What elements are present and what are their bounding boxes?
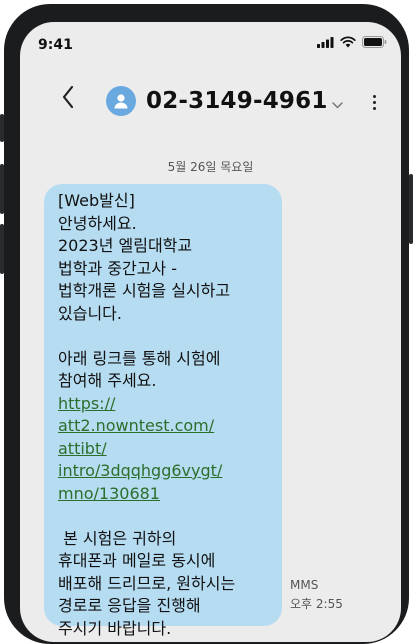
phone-screen: 9:41 02-3149-4961 5월 26일 목요일 [Web발신] 안녕하… bbox=[20, 22, 401, 642]
status-bar: 9:41 bbox=[20, 22, 401, 64]
battery-icon bbox=[362, 36, 387, 48]
message-line: 2023년 엘림대학교 bbox=[58, 236, 193, 255]
contact-number[interactable]: 02-3149-4961 bbox=[146, 86, 328, 116]
more-options-button[interactable] bbox=[364, 88, 384, 116]
more-vertical-icon bbox=[372, 106, 376, 110]
message-line: 법학개론 시험을 실시하고 bbox=[58, 281, 231, 300]
more-vertical-icon bbox=[372, 94, 376, 98]
message-line: 아래 링크를 통해 시험에 bbox=[58, 348, 221, 368]
message-text-block: [Web발신] 안녕하세요. 2023년 엘림대학교 법학과 중간고사 - 법학… bbox=[58, 190, 270, 393]
message-line: 경로로 응답을 진행해 bbox=[58, 596, 201, 615]
message-line: 휴대폰과 메일로 동시에 bbox=[58, 551, 216, 570]
conversation-header: 02-3149-4961 bbox=[20, 72, 401, 126]
message-link-line[interactable]: intro/3dqqhgg6vygt/ bbox=[58, 460, 270, 483]
person-icon bbox=[114, 94, 128, 109]
wifi-icon bbox=[340, 36, 356, 48]
message-timestamp: 오후 2:55 bbox=[290, 597, 343, 611]
message-text-block: 본 시험은 귀하의 휴대폰과 메일로 동시에 배포해 드리므로, 원하시는 경로… bbox=[58, 505, 270, 640]
message-link-line[interactable]: https:// bbox=[58, 393, 270, 416]
message-line: [Web발신] bbox=[58, 191, 135, 210]
phone-frame: 9:41 02-3149-4961 5월 26일 목요일 [Web발신] 안녕하… bbox=[0, 4, 413, 644]
message-line: 본 시험은 귀하의 bbox=[58, 528, 177, 548]
message-link[interactable]: https:// att2.nowntest.com/ attibt/ intr… bbox=[58, 393, 270, 506]
message-link-line[interactable]: att2.nowntest.com/ bbox=[58, 415, 270, 438]
message-line: 있습니다. bbox=[58, 303, 122, 323]
message-meta: MMS 오후 2:55 bbox=[290, 576, 343, 614]
status-time: 9:41 bbox=[38, 37, 73, 53]
side-button bbox=[0, 164, 4, 214]
chevron-left-icon bbox=[62, 85, 74, 109]
message-link-line[interactable]: mno/130681 bbox=[58, 483, 270, 506]
message-line: 배포해 드리므로, 원하시는 bbox=[58, 573, 236, 593]
message-line: 안녕하세요. bbox=[58, 213, 137, 233]
more-vertical-icon bbox=[372, 100, 376, 104]
message-line: 참여해 주세요. bbox=[58, 371, 157, 390]
status-icons bbox=[317, 36, 387, 48]
side-button bbox=[409, 174, 413, 244]
message-line: 주시기 바랍니다. bbox=[58, 618, 172, 638]
message-bubble[interactable]: [Web발신] 안녕하세요. 2023년 엘림대학교 법학과 중간고사 - 법학… bbox=[44, 184, 282, 638]
message-line: 법학과 중간고사 - bbox=[58, 258, 177, 278]
date-divider: 5월 26일 목요일 bbox=[167, 160, 254, 174]
cellular-signal-icon bbox=[317, 36, 334, 48]
side-button bbox=[0, 114, 4, 142]
message-link-line[interactable]: attibt/ bbox=[58, 438, 270, 461]
contact-avatar[interactable] bbox=[106, 86, 136, 116]
chevron-down-icon bbox=[332, 102, 343, 109]
message-type-label: MMS bbox=[290, 578, 319, 592]
side-button bbox=[0, 224, 4, 274]
back-button[interactable] bbox=[54, 80, 82, 114]
contact-dropdown-button[interactable] bbox=[332, 94, 343, 113]
